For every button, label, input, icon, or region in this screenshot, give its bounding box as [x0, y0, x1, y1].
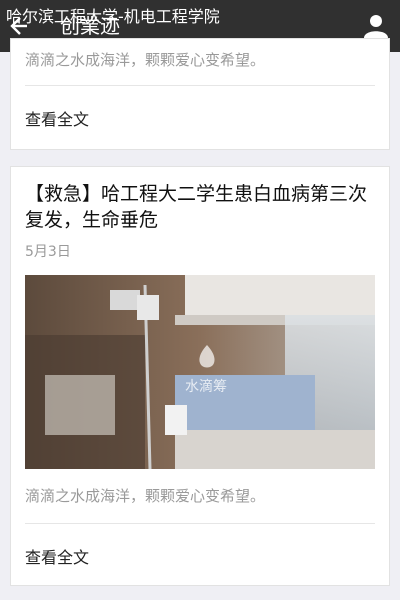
article-title[interactable]: 【救急】哈工程大二学生患白血病第三次复发，生命垂危 — [25, 181, 375, 233]
read-more-link[interactable]: 查看全文 — [25, 109, 89, 131]
divider — [25, 523, 375, 524]
article-date: 5月3日 — [25, 244, 71, 260]
image-watermark: 水滴筹 — [185, 378, 227, 395]
article-excerpt: 滴滴之水成海洋，颗颗爱心变希望。 — [25, 487, 266, 505]
page-title: 创業迹 — [60, 14, 120, 38]
divider — [25, 85, 375, 86]
article-card[interactable]: 滴滴之水成海洋，颗颗爱心变希望。 查看全文 — [10, 38, 390, 150]
read-more-link[interactable]: 查看全文 — [25, 547, 89, 569]
article-cover-image[interactable]: 水滴筹 — [25, 275, 375, 469]
article-excerpt: 滴滴之水成海洋，颗颗爱心变希望。 — [25, 51, 266, 69]
article-card[interactable]: 【救急】哈工程大二学生患白血病第三次复发，生命垂危 5月3日 水滴筹 滴滴之水成… — [10, 166, 390, 586]
